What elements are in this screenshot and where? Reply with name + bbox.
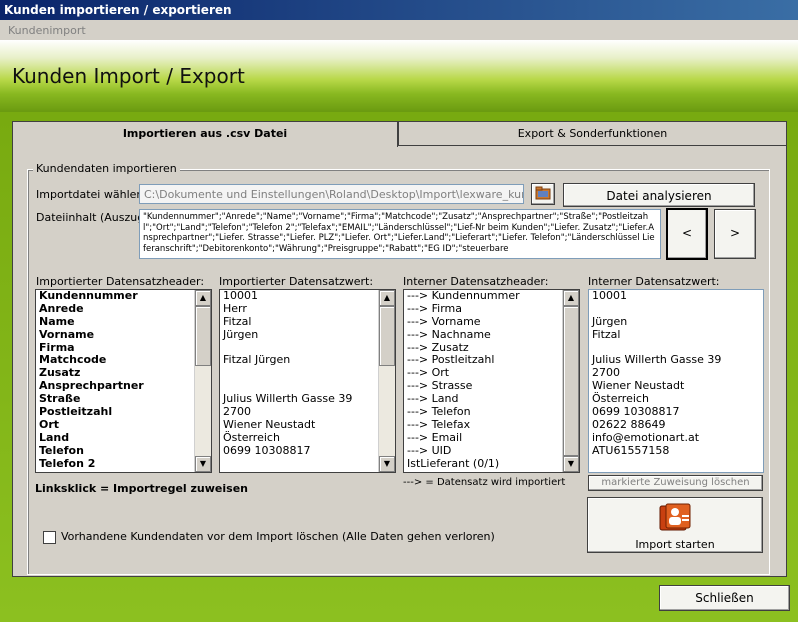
content-excerpt-text[interactable]: "Kundennummer";"Anrede";"Name";"Vorname"… [139,209,661,259]
internal-header-label: Interner Datensatzheader: [403,275,549,288]
list-item[interactable]: Ort [36,418,211,432]
list-item[interactable]: Wiener Neustadt [220,418,395,432]
folder-icon [535,186,551,200]
list-item[interactable]: Österreich [220,431,395,445]
list-item[interactable]: 02622 88649 [589,418,763,432]
list-item[interactable]: 10001 [220,290,395,303]
assign-hint: Linksklick = Importregel zuweisen [35,482,248,495]
list-item[interactable]: ---> Vorname [404,315,579,329]
content-excerpt-label: Dateiinhalt (Auszug): [36,211,153,224]
list-item[interactable]: Postleitzahl [36,405,211,419]
list-item[interactable]: Name [36,315,211,329]
scroll-up-icon[interactable]: ▲ [195,290,211,306]
list-item[interactable]: Fitzal [220,315,395,329]
tab-export[interactable]: Export & Sonderfunktionen [398,121,787,145]
list-item[interactable]: ---> Kundennummer [404,290,579,303]
scroll-up-icon[interactable]: ▲ [563,290,579,306]
list-item[interactable]: Telefon [36,444,211,458]
scroll-down-icon[interactable]: ▼ [563,456,579,472]
start-import-label: Import starten [635,538,715,551]
scrollbar[interactable]: ▲ ▼ [194,290,211,472]
menu-item-kundenimport[interactable]: Kundenimport [0,20,798,40]
scroll-down-icon[interactable]: ▼ [195,456,211,472]
import-user-icon [659,503,691,531]
list-item[interactable]: Land [36,431,211,445]
list-item[interactable] [220,367,395,380]
list-item[interactable]: ---> Firma [404,302,579,316]
list-item[interactable]: Telefon 2 [36,457,211,471]
list-item[interactable]: Fitzal [589,328,763,342]
list-item[interactable]: Jürgen [589,315,763,329]
internal-value-label: Interner Datensatzwert: [588,275,720,288]
list-item[interactable] [589,303,763,316]
browse-button[interactable] [531,183,555,205]
list-item[interactable]: ---> Telefax [404,418,579,432]
scroll-thumb[interactable] [379,306,395,366]
window-title: Kunden importieren / exportieren [0,0,798,20]
list-item[interactable]: Jürgen [220,328,395,342]
list-item[interactable]: Anrede [36,302,211,316]
list-item[interactable]: Herr [220,302,395,316]
scrollbar[interactable]: ▲ ▼ [378,290,395,472]
list-item[interactable]: 2700 [220,405,395,419]
list-item[interactable]: 0699 10308817 [220,444,395,458]
list-item[interactable]: ---> Email [404,431,579,445]
scroll-thumb[interactable] [563,306,579,456]
close-button[interactable]: Schließen [659,585,790,611]
imported-header-list[interactable]: Kundennummer Anrede Name Vorname Firma M… [35,289,212,473]
list-item[interactable]: ATU61557158 [589,444,763,458]
list-item[interactable]: 10001 [589,290,763,303]
next-button[interactable]: > [714,209,756,259]
page-header: Kunden Import / Export [0,40,798,112]
page-title: Kunden Import / Export [12,64,245,88]
scroll-thumb[interactable] [195,306,211,366]
imported-value-list[interactable]: 10001 Herr Fitzal Jürgen Fitzal Jürgen J… [219,289,396,473]
import-file-path[interactable]: C:\Dokumente und Einstellungen\Roland\De… [139,184,524,204]
import-file-label: Importdatei wählen: [36,188,148,201]
imported-value-label: Importierter Datensatzwert: [219,275,374,288]
list-item[interactable]: Kundennummer [36,290,211,303]
delete-existing-checkbox[interactable] [43,531,56,544]
import-hint: ---> = Datensatz wird importiert [403,477,566,488]
list-item[interactable]: IstLieferant (0/1) [404,457,579,471]
scroll-down-icon[interactable]: ▼ [379,456,395,472]
list-item[interactable] [220,458,395,471]
start-import-button[interactable]: Import starten [587,497,763,553]
list-item[interactable]: ---> Telefon [404,405,579,419]
internal-value-list[interactable]: 10001 Jürgen Fitzal Julius Willerth Gass… [588,289,764,473]
analyze-file-button[interactable]: Datei analysieren [563,183,755,207]
delete-existing-label: Vorhandene Kundendaten vor dem Import lö… [61,530,495,543]
imported-header-label: Importierter Datensatzheader: [36,275,205,288]
clear-mapping-button[interactable]: markierte Zuweisung löschen [588,475,763,491]
list-item[interactable]: 0699 10308817 [589,405,763,419]
prev-button[interactable]: < [667,209,707,259]
internal-header-list[interactable]: ---> Kundennummer ---> Firma ---> Vornam… [403,289,580,473]
scroll-up-icon[interactable]: ▲ [379,290,395,306]
list-item[interactable]: Vorname [36,328,211,342]
group-label: Kundendaten importieren [33,162,180,175]
tab-import[interactable]: Importieren aus .csv Datei [12,121,398,147]
list-item[interactable]: ---> Nachname [404,328,579,342]
list-item[interactable]: Fitzal Jürgen [220,354,395,367]
list-item[interactable] [589,458,763,471]
list-item[interactable]: ---> UID [404,444,579,458]
list-item[interactable]: info@emotionart.at [589,431,763,445]
scrollbar[interactable]: ▲ ▼ [562,290,579,472]
